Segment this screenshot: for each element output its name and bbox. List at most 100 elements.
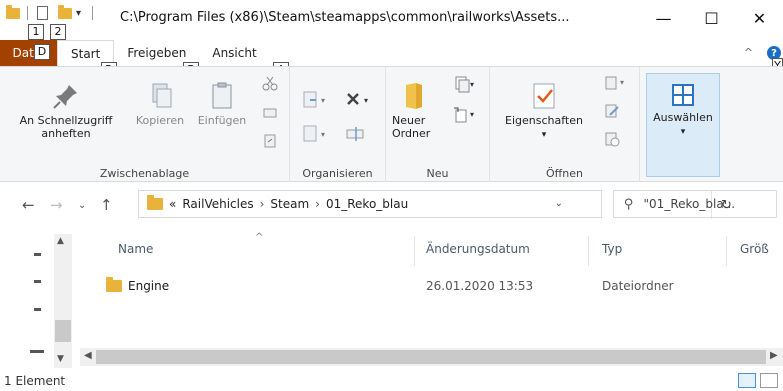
select-group: Auswählen ▾: [646, 67, 724, 182]
select-label: Auswählen: [653, 111, 713, 124]
cut-icon[interactable]: [262, 75, 278, 91]
horizontal-scrollbar[interactable]: ◀ ▶: [80, 348, 783, 366]
select-button[interactable]: Auswählen ▾: [646, 73, 720, 177]
nav-scrollbar[interactable]: ▲ ▼: [54, 234, 72, 368]
edit-icon[interactable]: [604, 103, 620, 119]
back-arrow-icon[interactable]: ←: [22, 196, 35, 214]
breadcrumb-current[interactable]: 01_Reko_blau: [326, 197, 408, 211]
organize-group-label: Organisieren: [302, 167, 373, 180]
forward-arrow-icon[interactable]: →: [50, 196, 63, 214]
svg-text:▾: ▾: [364, 96, 368, 105]
breadcrumb-separator-icon[interactable]: ›: [260, 197, 265, 211]
column-header-type[interactable]: Typ: [602, 242, 622, 256]
paste-button[interactable]: Einfügen: [192, 81, 252, 127]
row-type: Dateiordner: [602, 279, 674, 293]
quick-access-toolbar: ▾: [4, 4, 100, 20]
copy-path-icon[interactable]: [262, 105, 278, 121]
maximize-button[interactable]: ☐: [689, 0, 734, 36]
breadcrumb-steam[interactable]: Steam: [270, 197, 309, 211]
customize-toolbar-icon[interactable]: ▾: [76, 8, 81, 19]
pin-label-2: anheften: [41, 127, 91, 140]
delete-icon[interactable]: ▾: [344, 89, 372, 111]
copy-button[interactable]: Kopieren: [131, 81, 189, 127]
open-group: Eigenschaften ▾ ▾ Öffnen: [490, 67, 640, 182]
table-row[interactable]: Engine 26.01.2020 13:53 Dateiordner: [98, 276, 778, 298]
large-icons-view-icon[interactable]: [760, 373, 778, 388]
properties-icon[interactable]: [37, 6, 48, 20]
organize-group: ▾ ▾ ▾ Organisieren: [290, 67, 386, 182]
properties-button[interactable]: Eigenschaften ▾: [496, 81, 592, 142]
collapse-ribbon-icon[interactable]: ^: [744, 46, 753, 59]
clipboard-group-label: Zwischenablage: [99, 167, 190, 180]
new-item-icon[interactable]: ▾: [452, 75, 476, 97]
recent-locations-icon[interactable]: ⌄: [78, 200, 86, 211]
new-folder-button[interactable]: Neuer Ordner: [392, 81, 442, 140]
svg-text:▾: ▾: [321, 130, 325, 139]
rename-icon[interactable]: [344, 123, 366, 145]
column-divider[interactable]: [588, 236, 589, 266]
row-modified: 26.01.2020 13:53: [426, 279, 534, 293]
svg-text:▾: ▾: [470, 110, 474, 119]
nav-item[interactable]: [30, 350, 44, 353]
properties-dropdown-icon: ▾: [541, 130, 547, 140]
breadcrumb-overflow[interactable]: «: [169, 197, 176, 211]
new-folder-icon[interactable]: [58, 4, 72, 19]
column-header-size[interactable]: Größ: [740, 242, 769, 256]
address-dropdown-icon[interactable]: ⌄: [555, 198, 563, 209]
sort-ascending-icon: ^: [255, 232, 264, 243]
up-arrow-icon[interactable]: ↑: [100, 196, 113, 214]
scrollbar-thumb[interactable]: [96, 350, 766, 364]
select-dropdown-icon: ▾: [680, 127, 686, 137]
window-title: C:\Program Files (x86)\Steam\steamapps\c…: [120, 10, 570, 25]
paste-label: Einfügen: [197, 114, 247, 127]
history-icon[interactable]: [604, 131, 620, 147]
paste-shortcut-icon[interactable]: [262, 133, 278, 149]
column-divider[interactable]: [726, 236, 727, 266]
search-input[interactable]: ⚲ "01_Reko_bla...: [613, 190, 777, 218]
new-group-label: Neu: [426, 167, 449, 180]
clipboard-group: An Schnellzugriff anheften Kopieren Einf…: [0, 67, 290, 182]
breadcrumb-railvehicles[interactable]: RailVehicles: [182, 197, 253, 211]
scroll-up-icon[interactable]: ▲: [57, 236, 64, 246]
new-folder-label-2: Ordner: [392, 127, 431, 140]
copy-label: Kopieren: [135, 114, 185, 127]
column-header-modified[interactable]: Änderungsdatum: [426, 242, 530, 256]
easy-access-icon[interactable]: ▾: [452, 105, 476, 127]
clipboard-icon: [212, 82, 232, 109]
column-header-name[interactable]: Name: [118, 242, 153, 256]
toolbar-divider: [92, 6, 94, 20]
nav-item[interactable]: [34, 308, 41, 311]
nav-item[interactable]: [34, 280, 41, 283]
row-name: Engine: [128, 279, 170, 293]
minimize-button[interactable]: —: [641, 0, 686, 36]
file-list: ^ Name Änderungsdatum Typ Größ Engine 26…: [80, 232, 783, 347]
tab-view[interactable]: Ansicht: [199, 40, 269, 66]
details-view-icon[interactable]: [738, 373, 756, 388]
folder-icon: [406, 83, 422, 109]
scroll-left-icon[interactable]: ◀: [84, 350, 92, 361]
navigation-bar: ← → ⌄ ↑ « RailVehicles › Steam › 01_Reko…: [0, 182, 783, 226]
title-bar: ▾ 1 2 C:\Program Files (x86)\Steam\steam…: [0, 0, 783, 40]
address-bar[interactable]: « RailVehicles › Steam › 01_Reko_blau ⌄ …: [138, 190, 732, 219]
folder-icon: [147, 195, 163, 210]
scroll-down-icon[interactable]: ▼: [57, 354, 64, 364]
svg-text:▾: ▾: [470, 80, 474, 89]
column-divider[interactable]: [414, 236, 415, 266]
close-button[interactable]: ✕: [737, 0, 782, 36]
select-grid-icon: [672, 84, 694, 106]
move-to-icon[interactable]: ▾: [302, 89, 328, 111]
open-icon[interactable]: ▾: [604, 75, 628, 95]
pin-quick-access-button[interactable]: An Schnellzugriff anheften: [4, 81, 128, 140]
scroll-right-icon[interactable]: ▶: [770, 350, 778, 361]
breadcrumb-separator-icon[interactable]: ›: [315, 197, 320, 211]
folder-icon[interactable]: [6, 4, 20, 19]
keytip-qat-2: 2: [50, 24, 66, 40]
nav-item[interactable]: [34, 253, 41, 256]
copy-to-icon[interactable]: ▾: [302, 123, 328, 145]
scrollbar-thumb[interactable]: [55, 320, 71, 342]
folder-icon: [106, 277, 122, 292]
svg-text:▾: ▾: [321, 96, 325, 105]
search-icon: ⚲: [624, 196, 634, 212]
ribbon-tabs: Datei Start Freigeben Ansicht: [0, 40, 783, 66]
status-bar: 1 Element: [0, 370, 783, 391]
